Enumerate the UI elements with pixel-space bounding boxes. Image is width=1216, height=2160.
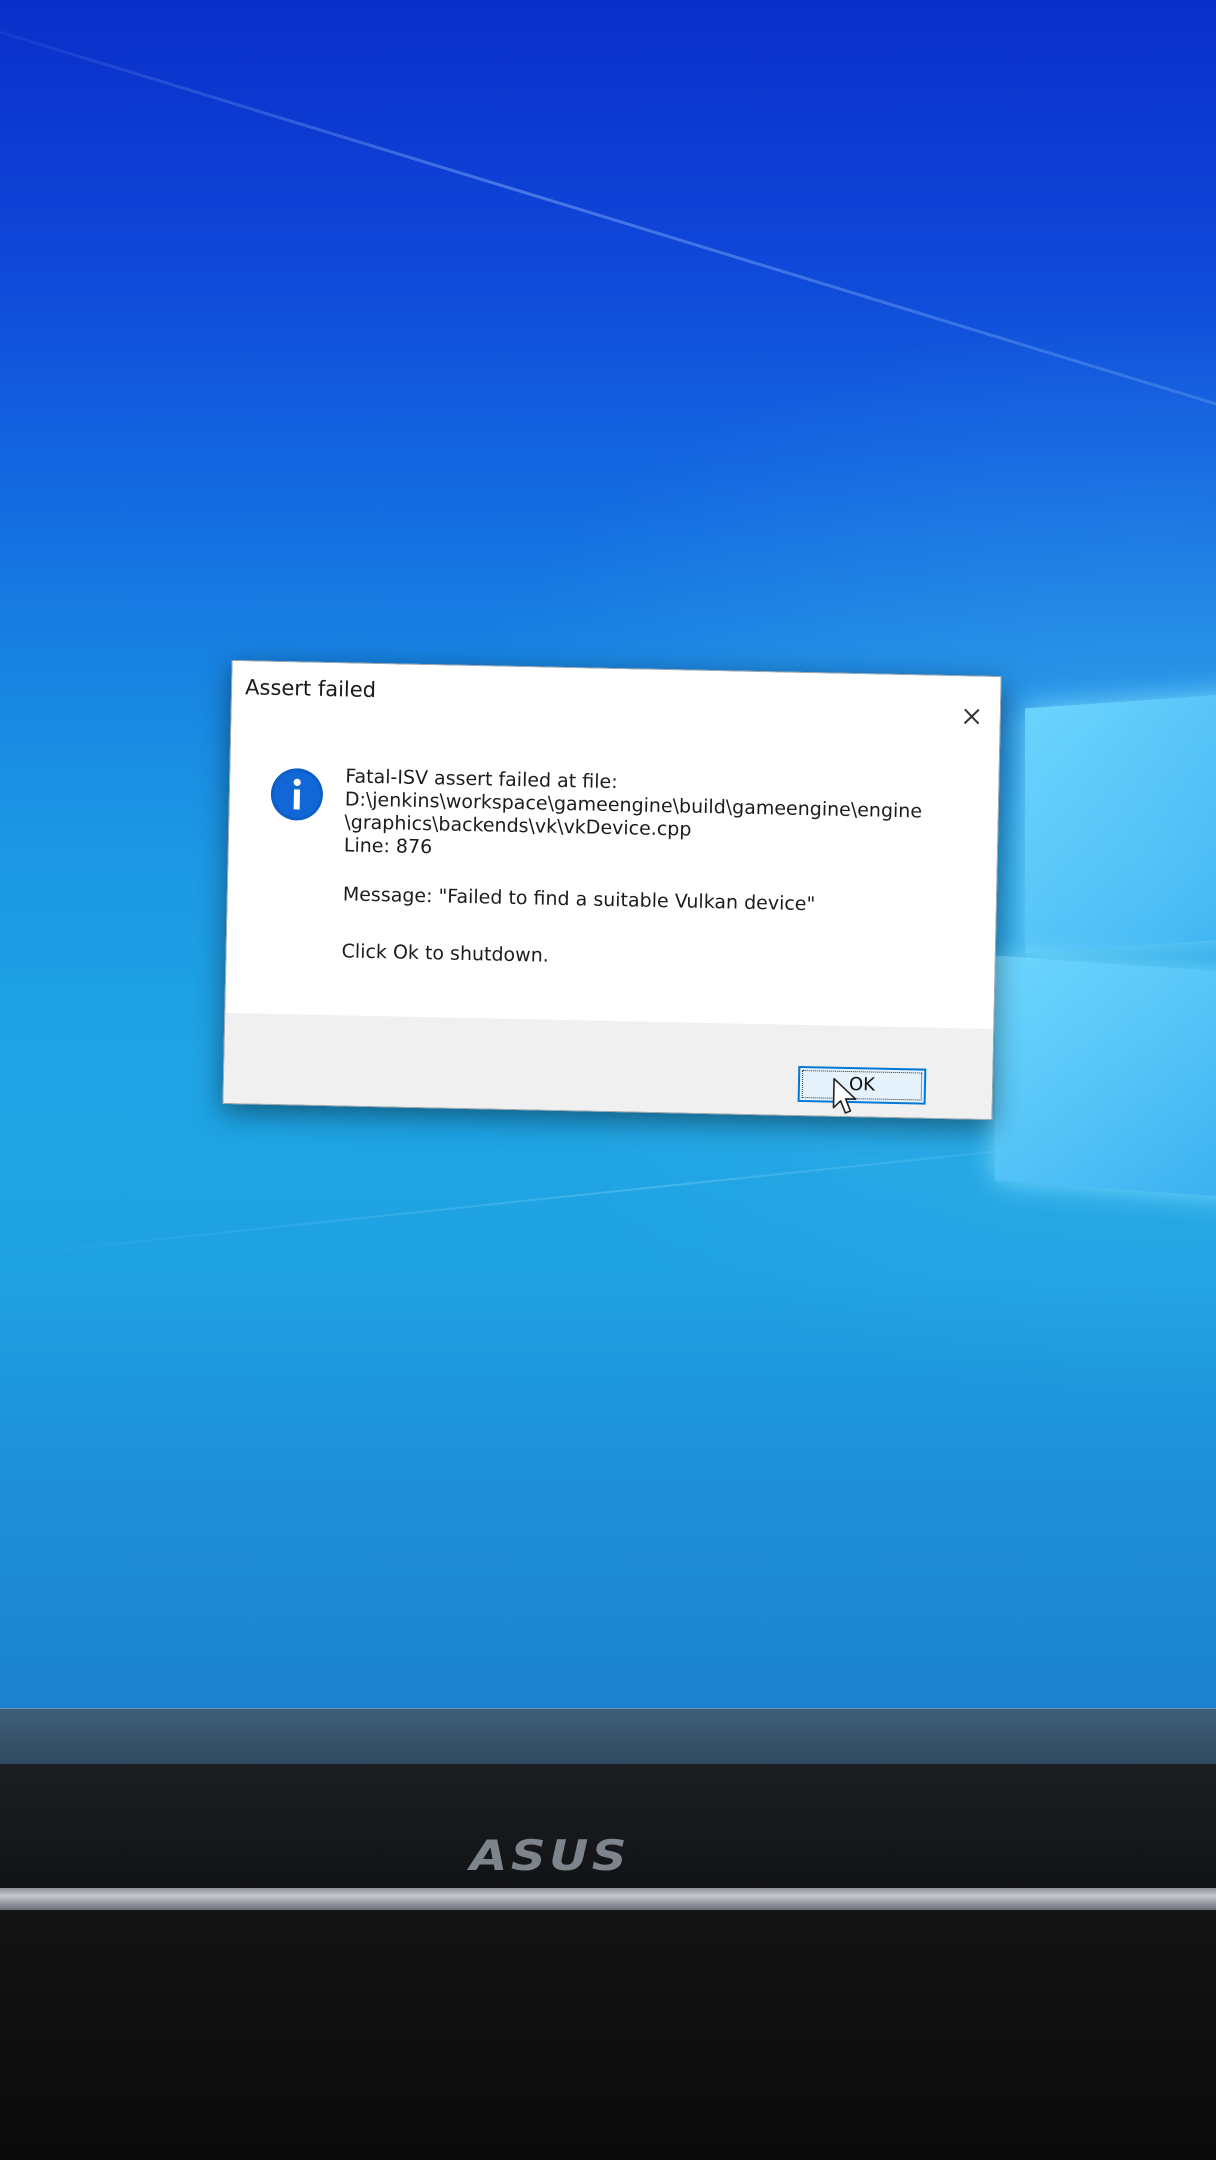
windows-logo-pane xyxy=(995,955,1216,1200)
monitor-stand-edge xyxy=(0,1888,1216,1910)
dialog-message: Fatal-ISV assert failed at file: D:\jenk… xyxy=(341,765,975,976)
windows-logo-wallpaper xyxy=(995,680,1216,1240)
assert-dialog: Assert failed Fatal-ISV assert failed at… xyxy=(222,659,1002,1121)
taskbar xyxy=(0,1708,1216,1765)
monitor-brand-logo: ASUS xyxy=(470,1831,630,1880)
windows-logo-pane xyxy=(1025,691,1216,954)
dialog-title: Assert failed xyxy=(244,675,377,703)
mouse-pointer-icon xyxy=(831,1077,858,1118)
info-icon xyxy=(269,767,324,822)
desk-surface xyxy=(0,1910,1216,2160)
wallpaper-light-ray xyxy=(0,0,1216,471)
ok-button[interactable]: OK xyxy=(797,1065,927,1105)
error-message-text: Message: "Failed to find a suitable Vulk… xyxy=(342,883,816,916)
